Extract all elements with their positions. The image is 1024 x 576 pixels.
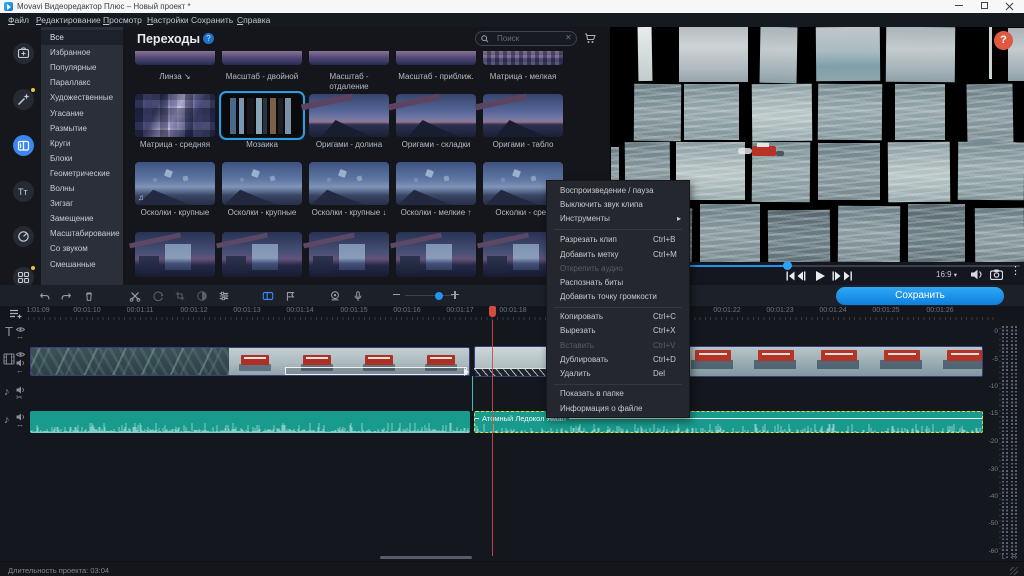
svg-text:Тт: Тт [18, 187, 28, 197]
